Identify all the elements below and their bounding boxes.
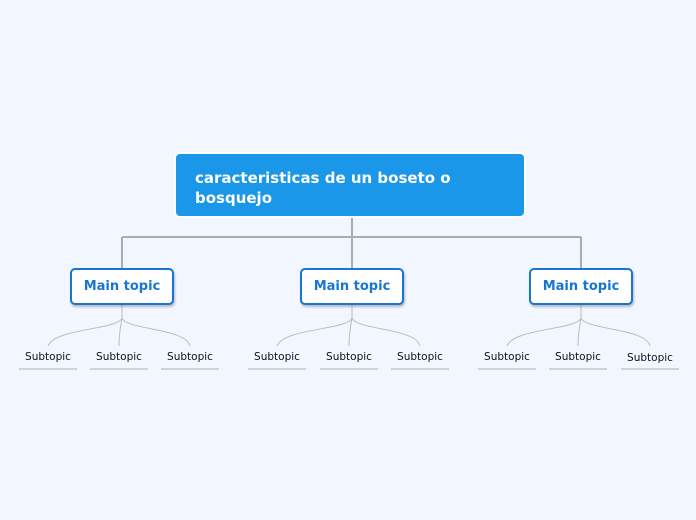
main-topic-label: Main topic (83, 279, 161, 294)
subtopic-label: Subtopic (254, 351, 300, 363)
subtopic-label: Subtopic (96, 351, 142, 363)
subtopic-underline (391, 368, 449, 370)
subtopic-underline (248, 368, 306, 370)
main-topic-label: Main topic (542, 279, 620, 294)
subtopic-underline (549, 368, 607, 370)
subtopic[interactable]: Subtopic (90, 351, 148, 363)
subtopic[interactable]: Subtopic (478, 351, 536, 363)
subtopic[interactable]: Subtopic (161, 351, 219, 363)
subtopic-label: Subtopic (555, 351, 601, 363)
subtopic[interactable]: Subtopic (549, 351, 607, 363)
subtopic[interactable]: Subtopic (391, 351, 449, 363)
main-3-subtopic-connectors (506, 305, 651, 347)
subtopic-label: Subtopic (167, 351, 213, 363)
subtopic-underline (621, 368, 679, 370)
subtopic-label: Subtopic (397, 351, 443, 363)
central-topic-label: caracteristicas de un boseto o bosquejo (195, 169, 451, 207)
subtopic-underline (90, 368, 148, 370)
subtopic-underline (161, 368, 219, 370)
subtopic-underline (320, 368, 378, 370)
subtopic[interactable]: Subtopic (320, 351, 378, 363)
main-1-subtopic-connectors (47, 305, 191, 347)
subtopic[interactable]: Subtopic (19, 351, 77, 363)
subtopic-label: Subtopic (484, 351, 530, 363)
main-2-subtopic-connectors (276, 305, 421, 347)
subtopic-underline (19, 368, 77, 370)
root-connector (121, 218, 582, 268)
subtopic[interactable]: Subtopic (248, 351, 306, 363)
central-topic[interactable]: caracteristicas de un boseto o bosquejo (174, 152, 526, 218)
subtopic-label: Subtopic (25, 351, 71, 363)
main-topic-3[interactable]: Main topic (529, 268, 633, 305)
subtopic[interactable]: Subtopic (621, 352, 679, 364)
main-topic-label: Main topic (313, 279, 391, 294)
connector-lines (47, 218, 651, 347)
subtopic-label: Subtopic (627, 352, 673, 364)
subtopic-underline (478, 368, 536, 370)
main-topic-2[interactable]: Main topic (300, 268, 404, 305)
main-topic-1[interactable]: Main topic (70, 268, 174, 305)
subtopic-label: Subtopic (326, 351, 372, 363)
